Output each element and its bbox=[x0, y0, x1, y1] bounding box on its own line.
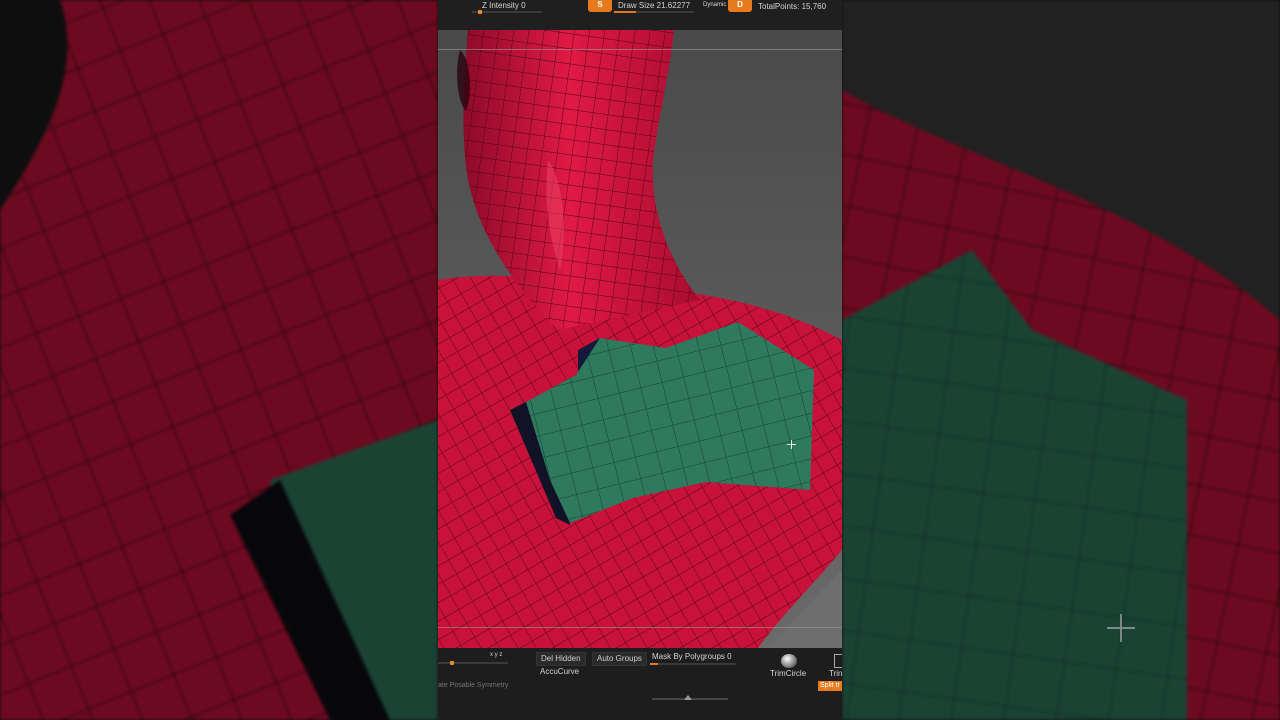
draw-size-label: Draw Size 21.62277 bbox=[618, 1, 691, 10]
dynamic-label[interactable]: Dynamic bbox=[703, 0, 726, 10]
crosshair-cursor-icon-blurred bbox=[1107, 614, 1135, 642]
z-intensity-slider-knob[interactable] bbox=[478, 10, 482, 14]
auto-groups-button[interactable]: Auto Groups bbox=[592, 652, 647, 666]
trim-partial-label[interactable]: Trin bbox=[829, 669, 842, 679]
symmetry-slider[interactable] bbox=[438, 662, 508, 664]
mask-polygroups-slider-fill bbox=[650, 663, 658, 665]
viewport-guide-bottom bbox=[438, 627, 842, 628]
z-intensity-slider[interactable] bbox=[472, 11, 542, 13]
bottom-toolbar: x y z Del Hidden Auto Groups Mask By Pol… bbox=[438, 648, 842, 720]
z-intensity-label: Z Intensity 0 bbox=[482, 1, 526, 10]
draw-size-slider-fill bbox=[614, 11, 636, 13]
total-points-label: TotalPoints: 15,760 bbox=[758, 2, 827, 11]
trimcircle-sphere-icon[interactable] bbox=[781, 654, 797, 668]
left-blurred-backdrop bbox=[0, 0, 438, 720]
brush-s-icon[interactable]: S bbox=[588, 0, 612, 12]
trim-brush-icon[interactable] bbox=[834, 654, 842, 668]
crosshair-cursor-icon bbox=[787, 440, 796, 449]
zbrush-window: Z Intensity 0 S Draw Size 21.62277 Dynam… bbox=[438, 0, 842, 720]
chevron-up-icon[interactable] bbox=[684, 695, 692, 700]
top-toolbar: Z Intensity 0 S Draw Size 21.62277 Dynam… bbox=[438, 0, 842, 30]
mask-polygroups-slider[interactable] bbox=[650, 663, 736, 665]
mask-polygroups-label: Mask By Polygroups 0 bbox=[652, 652, 732, 661]
split-tag[interactable]: Split tr bbox=[818, 681, 842, 691]
del-hidden-button[interactable]: Del Hidden bbox=[536, 652, 586, 666]
posable-symmetry-button[interactable]: ate Posable Symmetry bbox=[438, 681, 508, 691]
viewport-guide-top bbox=[438, 49, 842, 50]
3d-viewport[interactable] bbox=[438, 30, 842, 648]
accucurve-toggle[interactable]: AccuCurve bbox=[540, 667, 579, 677]
brush-d-icon[interactable]: D bbox=[728, 0, 752, 12]
trimcircle-label[interactable]: TrimCircle bbox=[770, 669, 806, 679]
right-blurred-backdrop bbox=[842, 0, 1280, 720]
symmetry-slider-knob[interactable] bbox=[450, 661, 454, 665]
xyz-label[interactable]: x y z bbox=[490, 650, 502, 660]
